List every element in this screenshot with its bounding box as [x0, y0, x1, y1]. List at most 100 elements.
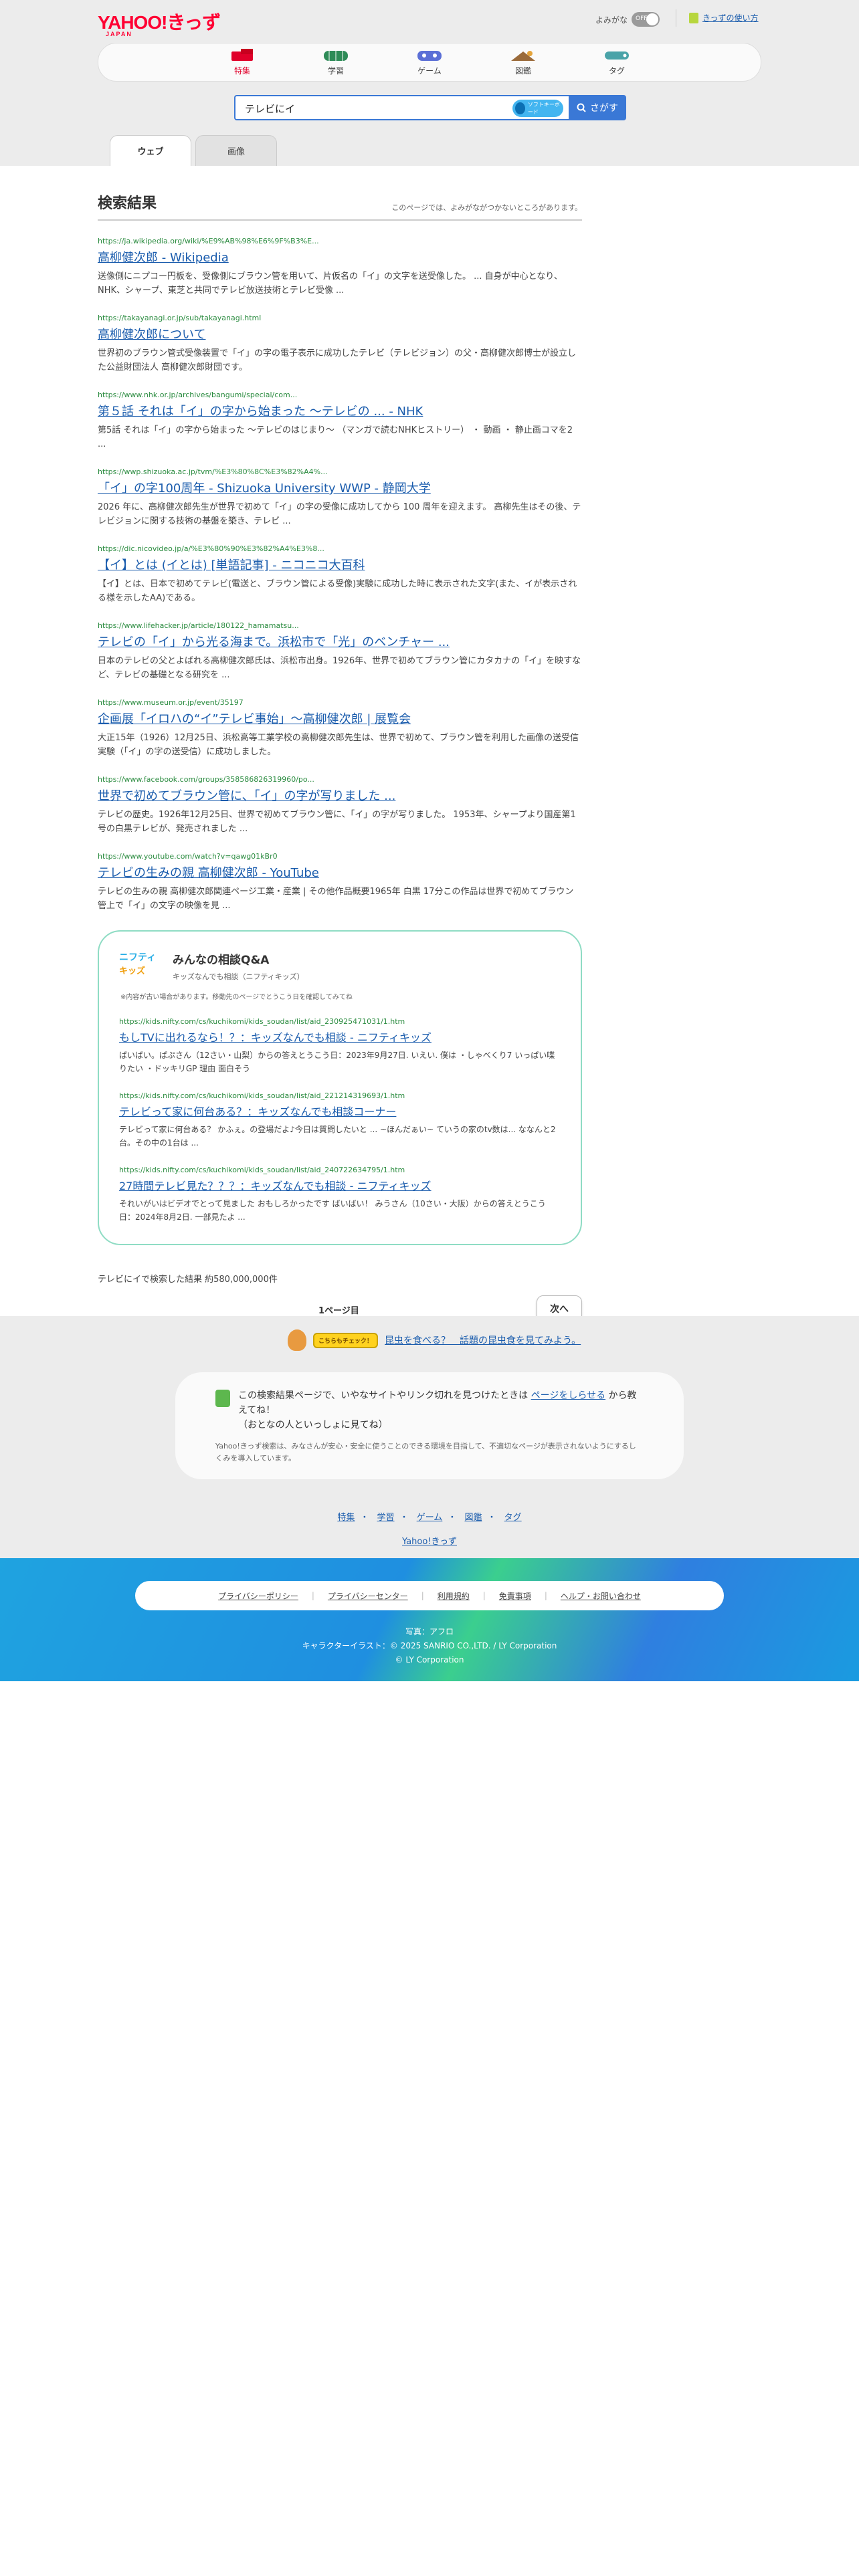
search-button[interactable]: さがす — [569, 95, 626, 120]
category-nav: 特集 学習 ゲーム 図鑑 タグ — [98, 43, 761, 82]
soft-keyboard-button[interactable]: ソフトキーボード — [512, 100, 563, 117]
search-icon — [577, 103, 586, 112]
footer-link-zukan[interactable]: 図鑑 — [464, 1513, 482, 1523]
privacy-policy-link[interactable]: プライバシーポリシー — [218, 1590, 298, 1602]
report-text-before: この検索結果ページで、いやなサイトやリンク切れを見つけたときは — [238, 1390, 529, 1401]
total-count: テレビにイで検索した結果 約580,000,000件 — [98, 1275, 278, 1285]
result-title-link[interactable]: もしTVに出れるなら！？：キッズなんでも相談 - ニフティキッズ — [119, 1029, 561, 1045]
result-title-link[interactable]: テレビって家に何台ある？：キッズなんでも相談コーナー — [119, 1103, 561, 1119]
result-url: https://kids.nifty.com/cs/kuchikomi/kids… — [119, 1166, 405, 1174]
qa-subtitle: キッズなんでも相談（ニフティキッズ） — [173, 972, 304, 981]
qa-title: みんなの相談Q&A — [173, 954, 270, 967]
nav-item-gakushu[interactable]: 学習 — [309, 43, 363, 81]
footer-link-tag[interactable]: タグ — [504, 1513, 522, 1523]
qa-header: ニフティ キッズ みんなの相談Q&A キッズなんでも相談（ニフティキッズ） — [119, 950, 561, 982]
footer-link-tokushu[interactable]: 特集 — [337, 1513, 355, 1523]
nav-item-game[interactable]: ゲーム — [403, 43, 456, 81]
result-title-link[interactable]: 企画展「イロハの“イ”テレビ事始」〜高柳健次郎 | 展覧会 — [98, 710, 582, 727]
result-snippet: 日本のテレビの父とよばれる高柳健次郎氏は、浜松市出身。1926年、世界で初めてブ… — [98, 656, 581, 680]
nav-item-tokushu[interactable]: 特集 — [215, 43, 269, 81]
tag-icon — [605, 51, 629, 60]
keyboard-icon — [515, 102, 525, 114]
footer-link-game[interactable]: ゲーム — [417, 1513, 443, 1523]
search-query[interactable]: テレビにイ — [245, 102, 295, 116]
search-result: https://www.nhk.or.jp/archives/bangumi/s… — [98, 391, 582, 451]
result-url: https://ja.wikipedia.org/wiki/%E9%AB%98%… — [98, 237, 319, 245]
nav-item-tag[interactable]: タグ — [590, 43, 644, 81]
result-title-link[interactable]: 「イ」の字100周年 - Shizuoka University WWP - 静… — [98, 479, 582, 496]
bottom-section: こちらもチェック！ 昆虫を食べる？ 話題の昆虫食を見てみよう。 この検索結果ペー… — [0, 1316, 859, 1558]
nav-label: 学習 — [327, 66, 344, 76]
result-snippet: 大正15年（1926）12月25日、浜松高等工業学校の高柳健次郎先生は、世界で初… — [98, 733, 579, 757]
yahoo-kids-logo[interactable]: YAHOO!きっず JAPAN — [98, 8, 221, 37]
result-url: https://www.lifehacker.jp/article/180122… — [98, 621, 299, 630]
search-result: https://kids.nifty.com/cs/kuchikomi/kids… — [119, 1017, 561, 1075]
credits: 写真：アフロ キャラクターイラスト：© 2025 SANRIO CO.,LTD.… — [0, 1625, 859, 1667]
result-snippet: 2026 年に、高柳健次郎先生が世界で初めて「イ」の字の受像に成功してから 10… — [98, 502, 581, 526]
search-result: https://dic.nicovideo.jp/a/%E3%80%90%E3%… — [98, 544, 582, 605]
result-url: https://www.youtube.com/watch?v=qawg01kB… — [98, 852, 278, 861]
result-title-link[interactable]: 【イ】とは (イとは) [単語記事] - ニコニコ大百科 — [98, 556, 582, 573]
footer: プライバシーポリシー | プライバシーセンター | 利用規約 | 免責事項 | ヘルプ・… — [0, 1558, 859, 1681]
howto-link[interactable]: きっずの使い方 — [689, 12, 759, 23]
current-page: 1ページ目 — [318, 1306, 359, 1316]
results-main: 検索結果 このページでは、よみがながつかないところがあります。 https://… — [98, 191, 582, 1325]
howto-label[interactable]: きっずの使い方 — [702, 12, 759, 23]
search-result: https://www.facebook.com/groups/35858682… — [98, 775, 582, 836]
terms-link[interactable]: 利用規約 — [438, 1590, 470, 1602]
disclaimer-link[interactable]: 免責事項 — [499, 1590, 531, 1602]
report-box: この検索結果ページで、いやなサイトやリンク切れを見つけたときは ページをしらせる… — [175, 1372, 684, 1479]
result-title-link[interactable]: 高柳健次郎について — [98, 325, 582, 342]
result-snippet: ばいばい。ぱぷさん（12さい・山梨）からの答えとうこう日：2023年9月27日.… — [119, 1051, 555, 1073]
result-snippet: 世界初のブラウン管式受像装置で「イ」の字の電子表示に成功したテレビ（テレビジョン… — [98, 348, 577, 372]
result-snippet: 送像側にニプコー円板を、受像側にブラウン管を用いて、片仮名の「イ」の文字を送受像… — [98, 272, 563, 296]
promo-banner[interactable]: こちらもチェック！ 昆虫を食べる？ 話題の昆虫食を見てみよう。 — [288, 1329, 581, 1351]
search-result: https://www.lifehacker.jp/article/180122… — [98, 621, 582, 682]
result-snippet: テレビの生みの親 高柳健次郎関連ページ工業・産業 | その他作品概要1965年 … — [98, 887, 574, 911]
privacy-center-link[interactable]: プライバシーセンター — [328, 1590, 408, 1602]
search-form: テレビにイ ソフトキーボード さがす — [234, 95, 626, 120]
result-url: https://kids.nifty.com/cs/kuchikomi/kids… — [119, 1017, 405, 1026]
result-tabs: ウェブ 画像 — [110, 135, 277, 166]
furigana-toggle-area: よみがな OFF — [595, 12, 660, 27]
search-result: https://www.youtube.com/watch?v=qawg01kB… — [98, 852, 582, 913]
logo-nifty: ニフティ — [119, 952, 157, 963]
result-url: https://takayanagi.or.jp/sub/takayanagi.… — [98, 314, 262, 322]
report-link[interactable]: ページをしらせる — [531, 1390, 605, 1401]
report-fine-print: Yahoo!きっず検索は、みなさんが安心・安全に使うことのできる環境を目指して、… — [215, 1442, 636, 1463]
nav-label: 特集 — [233, 66, 250, 76]
tab-images[interactable]: 画像 — [195, 135, 277, 166]
result-snippet: 【イ】とは、日本で初めてテレビ(電送と、ブラウン管による受像)実験に成功した時に… — [98, 579, 577, 603]
result-snippet: それいがいはビデオでとって見ました おもしろかったです ばいばい！ みうさん（1… — [119, 1199, 546, 1222]
search-result: https://wwp.shizuoka.ac.jp/tvm/%E3%80%8C… — [98, 467, 582, 528]
result-title-link[interactable]: 第５話 それは「イ」の字から始まった 〜テレビの ... - NHK — [98, 402, 582, 419]
logo-kids: キッズ — [119, 966, 146, 976]
result-snippet: テレビって家に何台ある？ かふぇ。の登場だよ♪今日は質問したいと ... ~ほん… — [119, 1125, 556, 1148]
help-link[interactable]: ヘルプ・お問い合わせ — [561, 1590, 641, 1602]
study-icon — [324, 51, 348, 61]
search-result: https://ja.wikipedia.org/wiki/%E9%AB%98%… — [98, 237, 582, 298]
result-url: https://dic.nicovideo.jp/a/%E3%80%90%E3%… — [98, 544, 324, 553]
qa-warning: ※内容が古い場合があります。移動先のページでとうこう日を確認してみてね — [120, 994, 353, 1001]
credit-photo: 写真：アフロ — [405, 1627, 454, 1636]
qa-box: ニフティ キッズ みんなの相談Q&A キッズなんでも相談（ニフティキッズ） ※内… — [98, 930, 582, 1245]
credit-character: キャラクターイラスト：© 2025 SANRIO CO.,LTD. / LY C… — [302, 1641, 557, 1650]
result-title-link[interactable]: テレビの「イ」から光る海まで。浜松市で「光」のベンチャー ... — [98, 633, 582, 650]
furigana-toggle[interactable]: OFF — [632, 12, 660, 27]
result-title-link[interactable]: 世界で初めてブラウン管に、「イ」の字が写りました ... — [98, 786, 582, 804]
nav-item-zukan[interactable]: 図鑑 — [496, 43, 550, 81]
tab-web[interactable]: ウェブ — [110, 135, 191, 166]
result-title-link[interactable]: 高柳健次郎 - Wikipedia — [98, 248, 582, 265]
results-title: 検索結果 — [98, 195, 157, 212]
result-title-link[interactable]: 27時間テレビ見た？？？：キッズなんでも相談 - ニフティキッズ — [119, 1177, 561, 1193]
search-result: https://kids.nifty.com/cs/kuchikomi/kids… — [119, 1091, 561, 1150]
result-snippet: テレビの歴史。1926年12月25日、世界で初めてブラウン管に、「イ」の字が写り… — [98, 810, 576, 834]
keyboard-label: ソフトキーボード — [527, 102, 560, 115]
promo-link[interactable]: 昆虫を食べる？ 話題の昆虫食を見てみよう。 — [385, 1333, 581, 1347]
footer-home-link[interactable]: Yahoo!きっず — [402, 1537, 457, 1547]
nav-label: 図鑑 — [514, 66, 531, 76]
footer-link-gakushu[interactable]: 学習 — [377, 1513, 395, 1523]
search-input[interactable]: テレビにイ ソフトキーボード — [234, 95, 570, 120]
search-result: https://kids.nifty.com/cs/kuchikomi/kids… — [119, 1166, 561, 1224]
result-title-link[interactable]: テレビの生みの親 高柳健次郎 - YouTube — [98, 863, 582, 881]
